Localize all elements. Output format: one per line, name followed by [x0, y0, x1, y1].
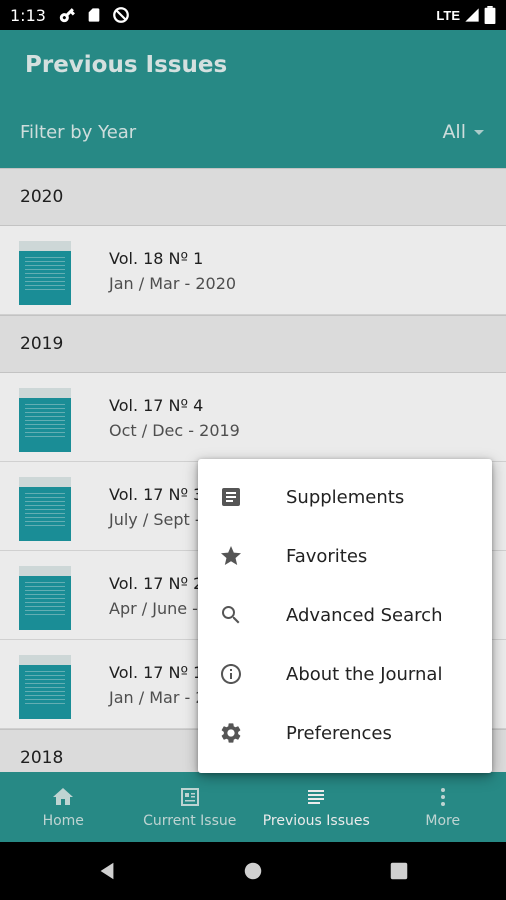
- list-icon: [308, 790, 325, 804]
- status-bar: 1:13 LTE: [0, 0, 506, 30]
- battery-icon: [484, 6, 496, 24]
- menu-item-label: About the Journal: [286, 664, 443, 685]
- system-navigation-bar: [0, 842, 506, 900]
- star-icon: [219, 544, 243, 568]
- recents-button[interactable]: [326, 860, 472, 882]
- menu-item-label: Supplements: [286, 487, 405, 508]
- page-title: Previous Issues: [25, 52, 228, 78]
- issue-volume: Vol. 17 Nº 1: [109, 663, 204, 682]
- issue-cover-image: [19, 477, 71, 541]
- search-icon: [219, 603, 243, 627]
- overflow-menu: Supplements Favorites Advanced Search Ab…: [198, 459, 492, 773]
- nav-home[interactable]: Home: [0, 772, 127, 842]
- year-header: 2019: [0, 315, 506, 373]
- menu-item-label: Advanced Search: [286, 605, 443, 626]
- newspaper-icon: [180, 788, 199, 806]
- gear-icon: [219, 721, 243, 745]
- network-type: LTE: [436, 7, 460, 23]
- issue-row[interactable]: Vol. 17 Nº 4 Oct / Dec - 2019: [0, 373, 506, 462]
- issue-cover-image: [19, 566, 71, 630]
- do-not-disturb-icon: [113, 7, 129, 23]
- issue-cover-image: [19, 655, 71, 719]
- issue-cover-image: [19, 388, 71, 452]
- issue-volume: Vol. 17 Nº 3: [109, 485, 204, 504]
- year-filter-select[interactable]: All: [442, 121, 484, 143]
- nav-current-issue[interactable]: Current Issue: [127, 772, 254, 842]
- menu-item-label: Preferences: [286, 723, 392, 744]
- menu-item-about-journal[interactable]: About the Journal: [198, 645, 492, 704]
- status-time: 1:13: [10, 6, 46, 25]
- app-bar: Previous Issues Filter by Year All: [0, 30, 506, 168]
- issue-cover-image: [19, 241, 71, 305]
- back-button[interactable]: [34, 860, 180, 882]
- square-recents-icon: [390, 862, 408, 880]
- issue-row[interactable]: Vol. 18 Nº 1 Jan / Mar - 2020: [0, 226, 506, 315]
- home-system-button[interactable]: [180, 860, 326, 882]
- menu-item-supplements[interactable]: Supplements: [198, 468, 492, 527]
- nav-label: Current Issue: [143, 813, 237, 829]
- nav-label: Previous Issues: [262, 813, 370, 829]
- menu-item-preferences[interactable]: Preferences: [198, 704, 492, 763]
- year-filter-value: All: [442, 121, 466, 143]
- issue-volume: Vol. 18 Nº 1: [109, 249, 204, 268]
- nav-label: Home: [42, 813, 84, 829]
- info-icon: [219, 662, 243, 686]
- year-header: 2020: [0, 168, 506, 226]
- issue-date: Jan / Mar - 2020: [109, 274, 237, 293]
- home-icon: [53, 788, 74, 805]
- document-icon: [219, 485, 243, 509]
- nav-previous-issues[interactable]: Previous Issues: [253, 772, 380, 842]
- back-icon: [100, 862, 114, 880]
- menu-item-label: Favorites: [286, 546, 368, 567]
- nav-more[interactable]: More: [380, 772, 506, 842]
- dropdown-arrow-icon: [474, 129, 484, 135]
- menu-item-favorites[interactable]: Favorites: [198, 527, 492, 586]
- key-icon: [59, 8, 75, 23]
- filter-label: Filter by Year: [20, 122, 137, 143]
- sd-card-icon: [88, 8, 100, 22]
- signal-icon: [465, 8, 479, 22]
- issue-date: Oct / Dec - 2019: [109, 421, 240, 440]
- issue-volume: Vol. 17 Nº 2: [109, 574, 204, 593]
- circle-home-icon: [244, 862, 262, 880]
- more-vert-icon: [440, 788, 445, 806]
- nav-label: More: [425, 813, 461, 829]
- menu-item-advanced-search[interactable]: Advanced Search: [198, 586, 492, 645]
- bottom-navigation: Home Current Issue Previous Issues More: [0, 772, 506, 842]
- issue-volume: Vol. 17 Nº 4: [109, 396, 204, 415]
